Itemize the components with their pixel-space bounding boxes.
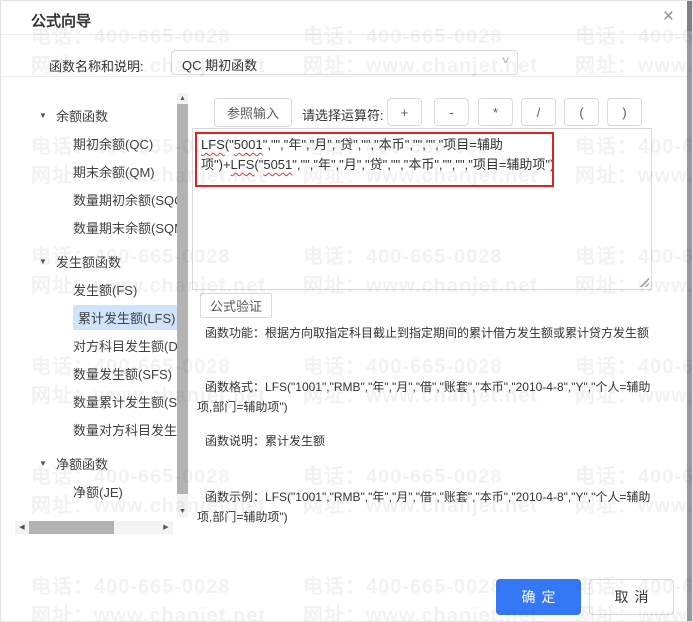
function-purpose: 函数功能：根据方向取指定科目截止到指定期间的累计借方发生额或累计贷方发生额 [197, 323, 659, 343]
tree-group-balance[interactable]: ▼ 余额函数 [21, 101, 177, 129]
formula-input[interactable]: LFS("5001","","年","月","贷","","本币","","",… [192, 128, 652, 290]
tree-item-qc[interactable]: 期初余额(QC) [21, 129, 177, 157]
function-select-label: 函数名称和说明: [49, 56, 144, 75]
tree-item-dfs[interactable]: 对方科目发生额(DF [21, 331, 177, 359]
scroll-left-icon[interactable]: ◀ [17, 521, 27, 534]
tree-group-net[interactable]: ▼ 净额函数 [21, 449, 177, 477]
function-format: 函数格式：LFS("1001","RMB","年","月","借","账套","… [197, 377, 659, 417]
header-divider [1, 34, 692, 35]
function-note-label: 函数说明： [205, 434, 265, 448]
operator-prompt-label: 请选择运算符: [302, 105, 384, 124]
textarea-resize-grip-icon[interactable] [639, 277, 649, 287]
tree-group-occurrence[interactable]: ▼ 发生额函数 [21, 247, 177, 275]
operator-open-paren-button[interactable]: ( [564, 98, 599, 126]
function-note-text: 累计发生额 [265, 434, 325, 448]
function-format-label: 函数格式： [205, 380, 265, 394]
tree-group-label: 余额函数 [56, 106, 108, 125]
chevron-down-icon: ∨ [500, 55, 510, 66]
function-purpose-label: 函数功能： [205, 326, 265, 340]
operator-multiply-button[interactable]: * [478, 98, 513, 126]
tree-item-qm[interactable]: 期末余额(QM) [21, 157, 177, 185]
cancel-button[interactable]: 取消 [589, 579, 674, 615]
page-edge-scrollbar[interactable] [687, 1, 692, 622]
dialog-title: 公式向导 [31, 10, 91, 31]
operator-plus-button[interactable]: + [387, 98, 422, 126]
function-tree: ▼ 余额函数 期初余额(QC) 期末余额(QM) 数量期初余额(SQC 数量期末… [21, 93, 177, 521]
formula-wizard-dialog: 公式向导 × 函数名称和说明: QC 期初函数 ∨ ▼ 余额函数 期初余额(QC… [0, 0, 693, 622]
function-example-label: 函数示例： [205, 490, 265, 504]
tree-item-label: 数量发生额(SFS) [73, 364, 172, 383]
tree-item-label: 累计发生额(LFS) [73, 305, 177, 330]
operator-divide-button[interactable]: / [521, 98, 556, 126]
tree-item-label: 期初余额(QC) [73, 134, 153, 153]
tree-item-slfs[interactable]: 数量累计发生额(SL [21, 387, 177, 415]
function-format-text: LFS("1001","RMB","年","月","借","账套","本币","… [197, 380, 650, 414]
tree-item-label: 发生额(FS) [73, 280, 137, 299]
tree-item-label: 数量累计发生额(SL [73, 392, 177, 411]
tree-item-label: 期末余额(QM) [73, 162, 155, 181]
function-example-text: LFS("1001","RMB","年","月","借","账套","本币","… [197, 490, 650, 524]
tree-vertical-scrollbar[interactable]: ▲ ▼ [177, 93, 188, 517]
function-select-value: QC 期初函数 [182, 55, 257, 74]
caret-down-icon: ▼ [39, 459, 56, 468]
tree-item-fs[interactable]: 发生额(FS) [21, 275, 177, 303]
tree-group-label: 发生额函数 [56, 252, 121, 271]
reference-input-button[interactable]: 参照输入 [214, 98, 292, 127]
close-icon[interactable]: × [663, 5, 674, 29]
tree-item-label: 数量期初余额(SQC [73, 190, 177, 209]
scroll-up-icon[interactable]: ▲ [177, 93, 188, 104]
scroll-down-icon[interactable]: ▼ [177, 506, 188, 517]
section-divider [1, 76, 692, 77]
horizontal-scroll-thumb[interactable] [29, 521, 114, 534]
ok-button[interactable]: 确定 [496, 579, 581, 615]
tree-item-label: 数量期末余额(SQM [73, 218, 177, 237]
tree-horizontal-scrollbar[interactable]: ◀ ▶ [15, 521, 173, 534]
tree-item-sfs[interactable]: 数量发生额(SFS) [21, 359, 177, 387]
tree-item-label: 净额(JE) [73, 482, 123, 501]
tree-group-label: 净额函数 [56, 454, 108, 473]
tree-item-sqc[interactable]: 数量期初余额(SQC [21, 185, 177, 213]
function-note: 函数说明：累计发生额 [197, 431, 659, 451]
function-description: 函数功能：根据方向取指定科目截止到指定期间的累计借方发生额或累计贷方发生额 函数… [197, 319, 659, 527]
formula-validate-button[interactable]: 公式验证 [200, 293, 272, 318]
tree-item-je[interactable]: 净额(JE) [21, 477, 177, 505]
tree-item-lfs-selected[interactable]: 累计发生额(LFS) [21, 303, 177, 331]
function-purpose-text: 根据方向取指定科目截止到指定期间的累计借方发生额或累计贷方发生额 [265, 326, 649, 340]
operator-close-paren-button[interactable]: ) [607, 98, 642, 126]
function-example: 函数示例：LFS("1001","RMB","年","月","借","账套","… [197, 487, 659, 527]
scroll-right-icon[interactable]: ▶ [161, 521, 171, 534]
tree-item-sqm[interactable]: 数量期末余额(SQM [21, 213, 177, 241]
tree-item-sdfs[interactable]: 数量对方科目发生额 [21, 415, 177, 443]
tree-item-label: 对方科目发生额(DF [73, 336, 177, 355]
function-select[interactable]: QC 期初函数 ∨ [171, 50, 518, 75]
operator-minus-button[interactable]: - [434, 98, 469, 126]
caret-down-icon: ▼ [39, 111, 56, 120]
tree-item-label: 数量对方科目发生额 [73, 420, 177, 439]
caret-down-icon: ▼ [39, 257, 56, 266]
vertical-scroll-thumb[interactable] [177, 104, 188, 494]
